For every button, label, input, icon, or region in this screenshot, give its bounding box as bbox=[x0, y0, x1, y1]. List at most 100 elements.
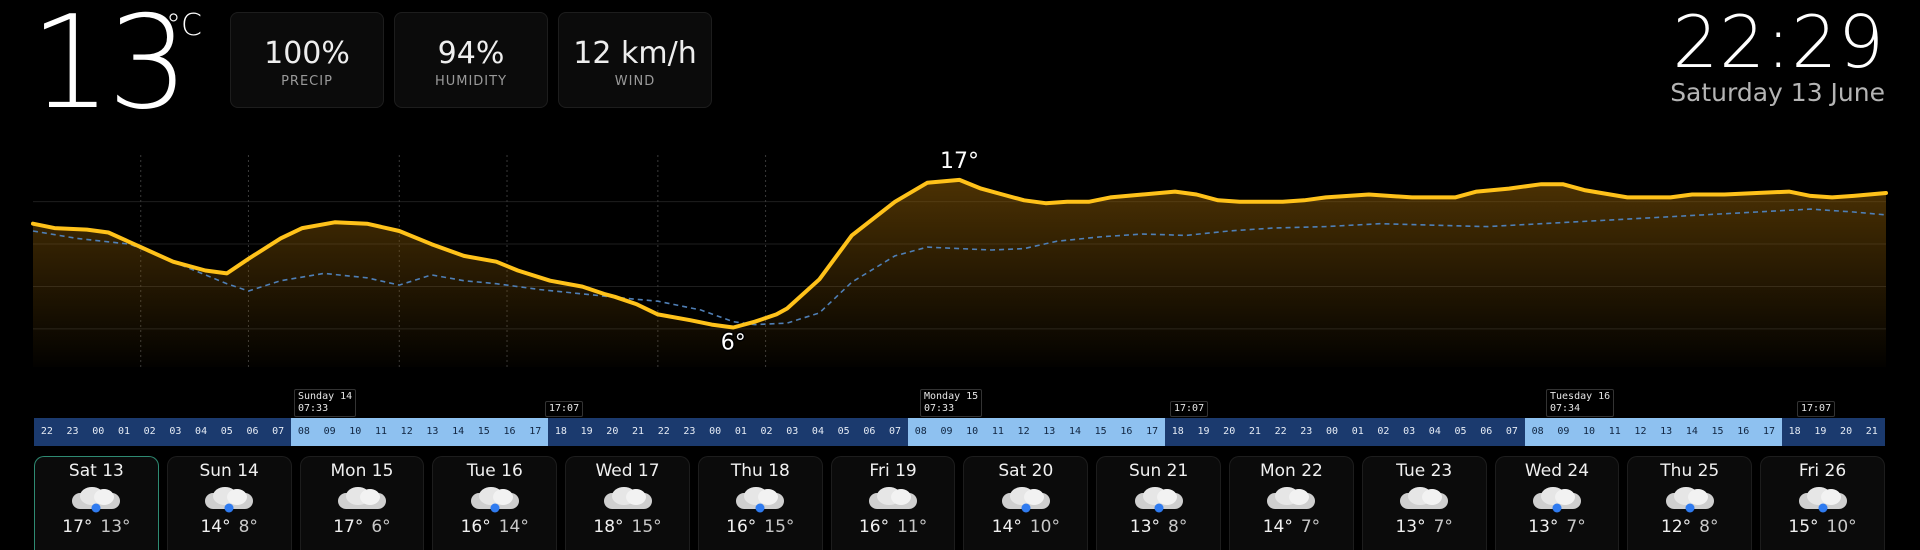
forecast-high: 16° bbox=[858, 517, 890, 537]
sunset-label-monday: 17:07 bbox=[1170, 401, 1209, 417]
hour-cell: 21 bbox=[1242, 418, 1268, 446]
hour-cell: 18 bbox=[548, 418, 574, 446]
precip-value: 100% bbox=[264, 36, 350, 71]
forecast-high: 13° bbox=[1528, 517, 1559, 537]
forecast-day-wed-24[interactable]: Wed 24 13° 7° bbox=[1494, 456, 1620, 550]
forecast-day-sun-14[interactable]: Sun 14 14° 8° bbox=[166, 456, 292, 550]
cloud-rain-icon bbox=[1001, 487, 1050, 513]
forecast-low: 7° bbox=[1300, 517, 1321, 537]
sunrise-label-sunday: Sunday 14 07:33 bbox=[294, 389, 357, 417]
forecast-temps: 16° 15° bbox=[699, 517, 822, 537]
wind-label: WIND bbox=[614, 74, 656, 89]
forecast-day-fri-26[interactable]: Fri 26 15° 10° bbox=[1760, 456, 1885, 550]
hour-cell: 21 bbox=[625, 418, 651, 446]
forecast-temps: 14° 8° bbox=[168, 517, 291, 537]
hour-cell: 19 bbox=[1190, 418, 1217, 446]
forecast-day-name: Sun 21 bbox=[1128, 461, 1189, 481]
hour-cell: 23 bbox=[1293, 418, 1320, 446]
hour-cell: 02 bbox=[753, 418, 780, 446]
hour-cell: 19 bbox=[1807, 418, 1834, 446]
cloud-rain-icon bbox=[1798, 487, 1847, 513]
precip-label: PRECIP bbox=[281, 74, 333, 89]
hour-cell: 14 bbox=[1062, 418, 1088, 446]
forecast-day-wed-17[interactable]: Wed 17 18° 15° bbox=[565, 456, 690, 550]
rain-dot bbox=[1685, 503, 1695, 513]
hour-cell: 00 bbox=[702, 418, 728, 446]
hour-cell: 10 bbox=[342, 418, 369, 446]
hour-cell: 03 bbox=[779, 418, 806, 446]
cloud-icon bbox=[869, 487, 918, 509]
forecast-low: 14° bbox=[498, 517, 529, 537]
forecast-day-mon-15[interactable]: Mon 15 17° 6° bbox=[299, 456, 425, 550]
hour-cell: 16 bbox=[496, 418, 523, 446]
hour-cell: 12 bbox=[1627, 418, 1654, 446]
forecast-high: 16° bbox=[460, 517, 491, 537]
hour-cell: 07 bbox=[882, 418, 908, 446]
hour-cell: 20 bbox=[1216, 418, 1243, 446]
hour-cell: 06 bbox=[239, 418, 266, 446]
forecast-day-name: Mon 22 bbox=[1259, 461, 1323, 481]
hour-cell: 18 bbox=[1781, 418, 1808, 446]
forecast-low: 11° bbox=[897, 517, 928, 537]
forecast-day-sat-20[interactable]: Sat 20 14° 10° bbox=[963, 456, 1089, 550]
hour-cell: 20 bbox=[1833, 418, 1859, 446]
hour-cell: 19 bbox=[573, 418, 600, 446]
forecast-temps: 12° 8° bbox=[1628, 517, 1751, 537]
hour-cell: 11 bbox=[368, 418, 394, 446]
forecast-high: 17° bbox=[62, 517, 93, 537]
forecast-day-name: Wed 17 bbox=[595, 461, 660, 481]
forecast-day-sun-21[interactable]: Sun 21 13° 8° bbox=[1096, 456, 1222, 550]
hour-cell: 11 bbox=[985, 418, 1011, 446]
forecast-day-tue-16[interactable]: Tue 16 16° 14° bbox=[432, 456, 558, 550]
forecast-day-name: Fri 26 bbox=[1798, 461, 1847, 481]
hour-cell: 00 bbox=[85, 418, 112, 446]
wind-value: 12 km/h bbox=[573, 36, 697, 71]
forecast-low: 8° bbox=[1699, 517, 1719, 537]
hour-cell: 12 bbox=[393, 418, 420, 446]
hour-cell: 18 bbox=[1164, 418, 1191, 446]
hour-cell: 13 bbox=[419, 418, 446, 446]
hour-cell: 23 bbox=[676, 418, 703, 446]
hour-cell: 01 bbox=[1344, 418, 1371, 446]
forecast-day-tue-23[interactable]: Tue 23 13° 7° bbox=[1361, 456, 1487, 550]
forecast-temps: 17° 6° bbox=[301, 517, 424, 537]
forecast-day-sat-13[interactable]: Sat 13 17° 13° bbox=[34, 456, 159, 550]
hour-cell: 01 bbox=[111, 418, 137, 446]
hour-cell: 13 bbox=[1036, 418, 1063, 446]
cloud-icon bbox=[337, 487, 386, 509]
sunrise-day-tuesday: Tuesday 16 bbox=[1550, 391, 1611, 402]
forecast-low: 15° bbox=[764, 517, 795, 537]
forecast-low: 8° bbox=[1168, 517, 1188, 537]
cloud-rain-icon bbox=[1134, 487, 1183, 513]
forecast-low: 7° bbox=[1433, 517, 1453, 537]
forecast-day-thu-18[interactable]: Thu 18 16° 15° bbox=[697, 456, 823, 550]
hour-cell: 05 bbox=[1447, 418, 1474, 446]
forecast-temps: 15° 10° bbox=[1761, 517, 1884, 537]
forecast-temps: 16° 14° bbox=[433, 517, 556, 537]
hour-cell: 15 bbox=[1087, 418, 1114, 446]
hour-cell: 11 bbox=[1601, 418, 1628, 446]
hour-cell: 22 bbox=[34, 418, 60, 446]
temperature-unit: °C bbox=[166, 8, 202, 43]
forecast-day-mon-22[interactable]: Mon 22 14° 7° bbox=[1229, 456, 1354, 550]
hour-cell: 17 bbox=[1756, 418, 1782, 446]
hour-cell: 00 bbox=[1319, 418, 1345, 446]
hour-cell: 23 bbox=[59, 418, 86, 446]
forecast-low: 13° bbox=[100, 517, 131, 537]
forecast-low: 6° bbox=[371, 517, 391, 537]
forecast-day-name: Thu 18 bbox=[730, 461, 790, 481]
cloud-rain-icon bbox=[1532, 487, 1581, 513]
hour-cell: 09 bbox=[933, 418, 960, 446]
hour-cell: 07 bbox=[265, 418, 292, 446]
hour-cell: 12 bbox=[1010, 418, 1037, 446]
humidity-label: HUMIDITY bbox=[434, 74, 508, 89]
hour-cell: 15 bbox=[1704, 418, 1731, 446]
forecast-day-fri-19[interactable]: Fri 19 16° 11° bbox=[830, 456, 956, 550]
min-temperature-label: 6° bbox=[721, 331, 746, 356]
forecast-day-thu-25[interactable]: Thu 25 12° 8° bbox=[1627, 456, 1753, 550]
rain-dot bbox=[755, 503, 765, 513]
sunrise-label-tuesday: Tuesday 16 07:34 bbox=[1546, 389, 1615, 417]
hour-cell: 08 bbox=[1524, 418, 1551, 446]
cloud-icon bbox=[1267, 487, 1316, 509]
cloud-rain-icon bbox=[205, 487, 254, 513]
